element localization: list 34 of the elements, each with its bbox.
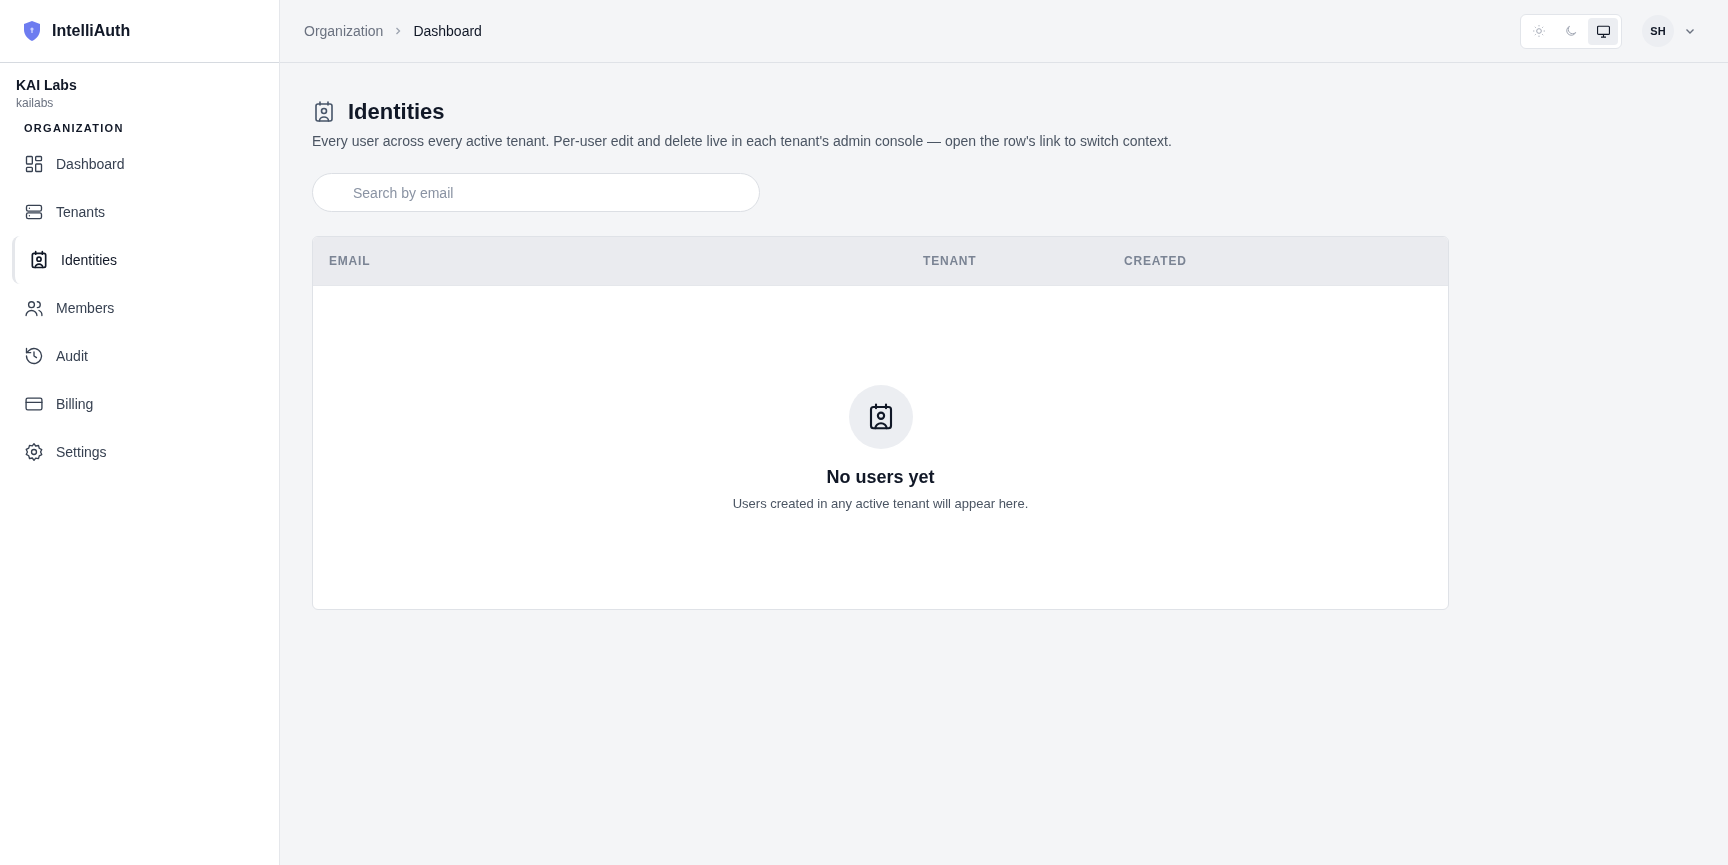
column-header: EMAIL [329,254,372,268]
empty-title: No users yet [826,466,935,488]
nav-icon [29,250,49,270]
page-title: Identities [348,99,445,125]
monitor-icon [1595,23,1611,39]
brand-name: IntelliAuth [52,22,131,40]
page-description: Every user across every active tenant. Per-user edit and delete live in each tenant's admin console — open the row's link to switch context. [312,133,1173,149]
nav-item[interactable]: Dashboard [12,140,267,188]
search-field[interactable]: Search by email [312,173,760,212]
nav-icon [24,442,44,462]
nav-icon [24,346,44,366]
shield-logo-icon [22,20,42,42]
nav-item[interactable]: Audit [12,332,267,380]
nav-item[interactable]: Billing [12,380,267,428]
breadcrumb-link[interactable]: Organization [304,23,384,39]
user-avatar[interactable]: SH [1642,15,1674,47]
org-slug: kailabs [16,96,55,110]
section-heading: ORGANIZATION [23,121,125,136]
nav-icon [24,154,44,174]
id-badge-icon [312,100,336,124]
nav-icon [24,298,44,318]
empty-text: Users created in any active tenant will appear here. [732,495,1029,511]
column-header: TENANT [923,254,978,268]
theme-button[interactable] [1588,17,1618,45]
nav-item[interactable]: Members [12,284,267,332]
nav-item[interactable]: Identities [12,236,267,284]
nav-item[interactable]: Settings [12,428,267,476]
nav-item[interactable]: Tenants [12,188,267,236]
sun-icon [1532,24,1546,38]
column-header: CREATED [1124,254,1187,268]
nav-icon [24,202,44,222]
moon-icon [1564,24,1578,38]
org-name: KAI Labs [16,77,78,93]
breadcrumb-link[interactable]: Dashboard [413,23,482,39]
